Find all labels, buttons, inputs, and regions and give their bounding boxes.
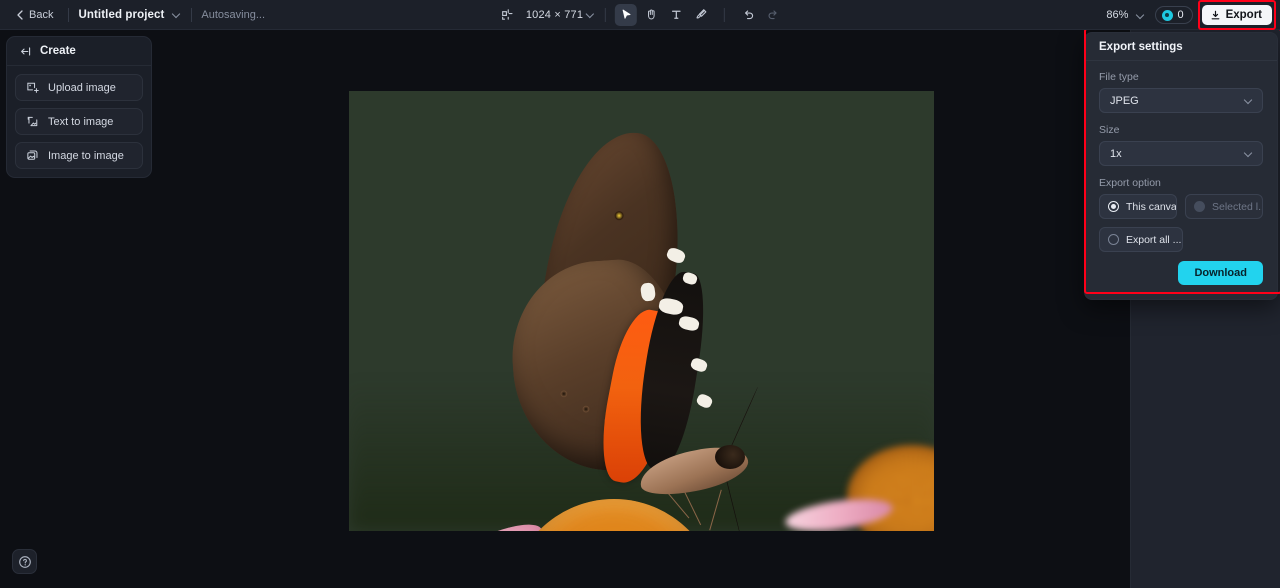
radio-icon xyxy=(1108,201,1119,212)
sidebar-item-text-to-image[interactable]: Text to image xyxy=(15,108,143,135)
cursor-icon[interactable] xyxy=(615,3,638,26)
export-option-row-2: Export all ... xyxy=(1099,227,1263,252)
frame-icon[interactable] xyxy=(496,4,518,26)
wing-spot xyxy=(665,246,687,265)
export-option-export-all[interactable]: Export all ... xyxy=(1099,227,1183,252)
export-panel-header: Export settings xyxy=(1085,33,1277,61)
radio-icon xyxy=(1194,201,1205,212)
help-button[interactable] xyxy=(12,549,37,574)
redo-icon[interactable] xyxy=(762,4,784,26)
artboard[interactable] xyxy=(349,91,934,531)
radio-icon xyxy=(1108,234,1119,245)
text-icon[interactable] xyxy=(665,4,687,26)
butterfly xyxy=(469,121,769,531)
wing-spot xyxy=(677,314,701,333)
divider xyxy=(191,7,193,22)
sidebar-items: Upload image Text to image Image to imag… xyxy=(7,66,151,169)
export-option-label: Export option xyxy=(1099,177,1161,189)
download-button[interactable]: Download xyxy=(1178,261,1263,285)
chevron-down-icon[interactable] xyxy=(1137,11,1146,20)
create-sidebar: Create Upload image Text to image Image … xyxy=(6,36,152,178)
size-select[interactable]: 1x xyxy=(1099,141,1263,166)
help-circle-icon xyxy=(18,555,31,568)
back-label: Back xyxy=(29,8,54,21)
wing-spot xyxy=(695,392,714,410)
credits-count: 0 xyxy=(1177,9,1184,21)
file-type-value: JPEG xyxy=(1110,94,1139,107)
autosave-status: Autosaving... xyxy=(201,8,265,21)
wing-spot xyxy=(689,356,709,374)
sidebar-item-label: Text to image xyxy=(48,115,114,128)
butterfly-head xyxy=(715,445,745,469)
chevron-down-icon xyxy=(1245,96,1254,105)
size-label: Size xyxy=(1099,124,1120,136)
chevron-left-icon xyxy=(17,9,23,20)
export-label: Export xyxy=(1225,9,1262,21)
file-type-label: File type xyxy=(1099,71,1139,83)
tool-group xyxy=(615,3,784,26)
canvas-artwork xyxy=(349,91,934,531)
sidebar-header: Create xyxy=(7,37,151,66)
zoom-level[interactable]: 86% xyxy=(1106,9,1128,21)
file-type-select[interactable]: JPEG xyxy=(1099,88,1263,113)
top-bar: Back Untitled project Autosaving... 1024… xyxy=(0,0,1280,30)
divider xyxy=(605,7,607,22)
sidebar-item-label: Image to image xyxy=(48,149,124,162)
export-panel-body: File type JPEG Size 1x Export option Thi… xyxy=(1085,61,1277,299)
topbar-tools: 1024 × 771 xyxy=(496,0,784,30)
sidebar-item-upload-image[interactable]: Upload image xyxy=(15,74,143,101)
wing-spot xyxy=(657,296,685,317)
hand-icon[interactable] xyxy=(640,4,662,26)
export-option-selected-layers: Selected l... xyxy=(1185,194,1263,219)
sidebar-item-image-to-image[interactable]: Image to image xyxy=(15,142,143,169)
export-option-label-text: This canvas xyxy=(1126,200,1177,213)
export-panel-title: Export settings xyxy=(1099,40,1183,53)
download-row: Download xyxy=(1099,261,1263,285)
sidebar-item-label: Upload image xyxy=(48,81,116,94)
topbar-right-group: 86% 0 Export xyxy=(1106,0,1276,30)
export-button[interactable]: Export xyxy=(1201,5,1272,25)
export-settings-panel: Export settings File type JPEG Size 1x E… xyxy=(1084,32,1278,300)
wing-spot xyxy=(639,282,657,302)
size-value: 1x xyxy=(1110,147,1122,160)
credit-coin-icon xyxy=(1162,9,1174,21)
brush-icon[interactable] xyxy=(690,4,712,26)
project-name: Untitled project xyxy=(78,8,165,21)
export-button-wrapper: Export xyxy=(1197,0,1276,30)
topbar-left-group: Back Untitled project Autosaving... xyxy=(0,0,265,30)
chevron-down-icon xyxy=(1245,149,1254,158)
chevron-down-icon[interactable] xyxy=(587,10,596,19)
credits-badge[interactable]: 0 xyxy=(1155,6,1193,24)
text-to-image-icon xyxy=(26,115,39,128)
collapse-panel-icon[interactable] xyxy=(19,45,32,58)
upload-image-icon xyxy=(26,81,39,94)
canvas-area[interactable] xyxy=(0,30,1130,588)
export-option-label-text: Selected l... xyxy=(1212,200,1263,213)
export-option-label-text: Export all ... xyxy=(1126,233,1182,246)
app-root: Back Untitled project Autosaving... 1024… xyxy=(0,0,1280,588)
secondary-flower xyxy=(779,443,934,531)
download-icon xyxy=(1211,10,1219,19)
divider xyxy=(724,7,726,22)
divider xyxy=(68,7,70,22)
undo-icon[interactable] xyxy=(737,4,759,26)
image-to-image-icon xyxy=(26,149,39,162)
export-option-row-1: This canvas Selected l... xyxy=(1099,194,1263,219)
sidebar-title: Create xyxy=(40,45,76,57)
canvas-size-label[interactable]: 1024 × 771 xyxy=(526,9,583,21)
back-button[interactable]: Back xyxy=(10,6,59,24)
butterfly-white-spots xyxy=(639,239,719,469)
wing-spot xyxy=(681,271,699,286)
chevron-down-icon[interactable] xyxy=(173,10,182,19)
export-option-this-canvas[interactable]: This canvas xyxy=(1099,194,1177,219)
